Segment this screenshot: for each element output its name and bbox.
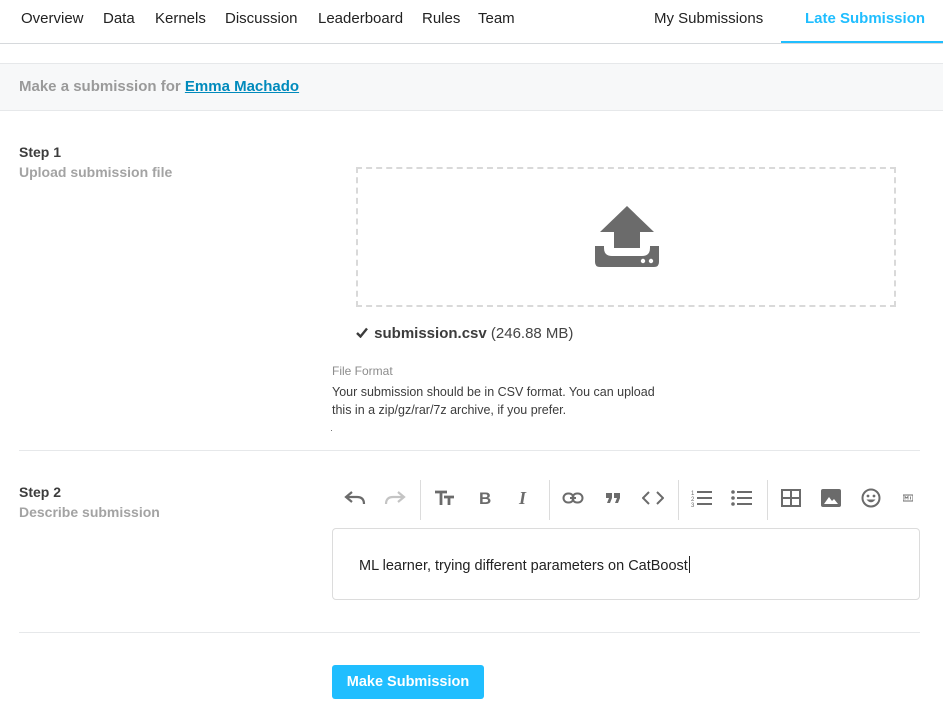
toolbar-separator <box>767 480 768 520</box>
tab-rules[interactable]: Rules <box>422 0 460 44</box>
file-upload-dropzone[interactable] <box>356 167 896 307</box>
submission-header: Make a submission for Emma Machado <box>0 63 943 111</box>
markdown-toolbar: B I 123 <box>332 478 922 520</box>
submission-for-label: Make a submission for Emma Machado <box>19 78 299 95</box>
svg-text:I: I <box>518 490 527 506</box>
step2-subtitle: Describe submission <box>19 504 160 520</box>
toolbar-separator <box>420 480 421 520</box>
active-tab-indicator <box>781 41 943 43</box>
tab-team[interactable]: Team <box>478 0 515 44</box>
uploaded-file-name: submission.csv <box>374 325 487 342</box>
checkmark-icon <box>356 325 370 342</box>
decorative-dot <box>331 430 332 431</box>
tab-late-submission[interactable]: Late Submission <box>805 0 925 44</box>
image-icon[interactable] <box>817 484 845 512</box>
undo-icon[interactable] <box>341 484 369 512</box>
toolbar-separator <box>678 480 679 520</box>
tab-kernels[interactable]: Kernels <box>155 0 206 44</box>
competition-nav: Overview Data Kernels Discussion Leaderb… <box>0 0 943 44</box>
text-cursor <box>688 556 690 573</box>
redo-icon[interactable] <box>381 484 409 512</box>
italic-icon[interactable]: I <box>510 484 538 512</box>
tab-discussion[interactable]: Discussion <box>225 0 298 44</box>
section-divider <box>19 632 920 633</box>
unordered-list-icon[interactable] <box>728 484 756 512</box>
file-format-title: File Format <box>332 364 393 378</box>
ordered-list-icon[interactable]: 123 <box>688 484 716 512</box>
emoji-icon[interactable] <box>857 484 885 512</box>
svg-text:3: 3 <box>691 503 695 507</box>
step2-title: Step 2 <box>19 484 62 500</box>
upload-icon <box>595 206 659 267</box>
submission-for-prefix: Make a submission for <box>19 78 181 95</box>
tab-data[interactable]: Data <box>103 0 135 44</box>
section-divider <box>19 450 920 451</box>
link-icon[interactable] <box>559 484 587 512</box>
code-icon[interactable] <box>639 484 667 512</box>
description-text: ML learner, trying different parameters … <box>359 558 688 574</box>
file-format-description: Your submission should be in CSV format.… <box>332 385 655 417</box>
svg-text:B: B <box>479 490 491 506</box>
tab-my-submissions[interactable]: My Submissions <box>654 0 763 44</box>
step1-title: Step 1 <box>19 144 62 160</box>
markdown-icon[interactable] <box>894 484 922 512</box>
make-submission-button[interactable]: Make Submission <box>332 665 484 699</box>
quote-icon[interactable] <box>599 484 627 512</box>
tab-leaderboard[interactable]: Leaderboard <box>318 0 403 44</box>
tab-overview[interactable]: Overview <box>21 0 84 44</box>
toolbar-separator <box>549 480 550 520</box>
table-icon[interactable] <box>777 484 805 512</box>
step1-subtitle: Upload submission file <box>19 164 173 180</box>
uploaded-file-info: submission.csv (246.88 MB) <box>356 325 573 342</box>
uploaded-file-size: (246.88 MB) <box>490 325 574 342</box>
team-user-link[interactable]: Emma Machado <box>185 78 299 95</box>
text-size-icon[interactable] <box>431 484 459 512</box>
bold-icon[interactable]: B <box>471 484 499 512</box>
spacer <box>0 45 943 63</box>
description-text-wrap: ML learner, trying different parameters … <box>359 556 690 574</box>
submission-description-input[interactable]: ML learner, trying different parameters … <box>332 528 920 600</box>
